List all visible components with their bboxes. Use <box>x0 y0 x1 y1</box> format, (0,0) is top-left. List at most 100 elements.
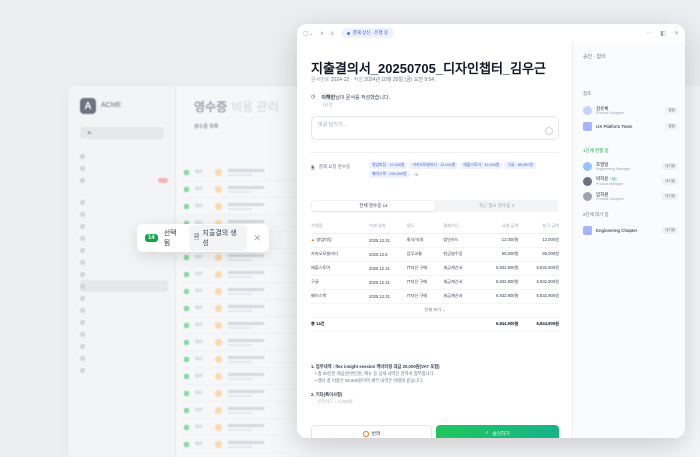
claim-amount-cell: 6,832,900원 <box>518 289 559 304</box>
sidebar-item[interactable] <box>80 352 168 364</box>
document-meta: 문서번호 2024-12 · 작성 2024년 10월 20일 (금) 오전 9… <box>311 77 435 83</box>
request-amount-cell: 6,832,900원 <box>477 261 519 276</box>
list-item[interactable]: 대기 <box>184 266 294 283</box>
column-header: 청구 금액 <box>518 219 559 234</box>
sidebar-item[interactable] <box>80 268 168 280</box>
list-item[interactable]: 대기 <box>184 334 294 351</box>
merchant-cell: 구글 <box>311 275 369 290</box>
page-title: 지출결의서_20250705_디자인챕터_김우근 <box>311 61 547 76</box>
table-row[interactable]: 구글 2025.12.31 IT자산 구매 세금계산서 6,832,900원 6,832,… <box>311 275 559 290</box>
section-step2: 2단계 대기 중 <box>583 212 609 217</box>
list-item[interactable]: 대기 <box>184 402 294 419</box>
receipt-chip[interactable]: 영업미팅 · 12,000원 <box>369 162 408 169</box>
claim-amount-cell: 6,832,900원 <box>518 275 559 290</box>
selected-label: 선택됨 <box>163 230 177 247</box>
tab-receipts[interactable]: 영수증 목록 <box>194 123 218 130</box>
sidebar-item[interactable] <box>80 174 168 186</box>
sidebar-item[interactable] <box>80 364 168 376</box>
show-all-row[interactable]: 전체 보기 ⌄ <box>311 303 559 318</box>
method-cell: 법인카드 <box>443 233 478 248</box>
receipt-chip[interactable]: 구글 · 89,000원 <box>504 162 536 169</box>
approver-item[interactable]: 김유록 Product Designer 열람 <box>583 104 678 116</box>
sidebar-menu: · <box>80 150 168 376</box>
reject-icon <box>362 430 369 437</box>
approver-item[interactable]: 임지원 Product Designer 대기중 <box>583 190 678 202</box>
receipt-chips: 영업미팅 · 12,000원 카카오모빌리티 · 12,000원 애플스토어 · 1… <box>369 162 559 178</box>
approver-item[interactable]: 박지윤 나 Product Manager 대기중 <box>583 175 678 187</box>
new-button[interactable]: ▶ <box>80 127 164 139</box>
claim-amount-cell: 6,832,900원 <box>518 261 559 276</box>
sidebar-item[interactable]: · <box>80 162 168 174</box>
avatar <box>583 176 592 186</box>
sidebar-item[interactable] <box>80 328 168 340</box>
list-item[interactable]: 대기 <box>184 351 294 368</box>
sidebar-item[interactable] <box>80 208 168 220</box>
list-item[interactable]: 대기 <box>184 283 294 300</box>
team-icon <box>583 121 592 131</box>
receipt-chip[interactable]: 애플스토어 · 12,000원 <box>460 162 503 169</box>
team-icon <box>583 225 592 235</box>
selected-count-badge: 14 <box>145 234 158 242</box>
more-chips[interactable]: +9 <box>412 171 421 178</box>
list-item[interactable]: 대기 <box>184 385 294 402</box>
table-row[interactable]: 카카오모빌리티 2025.12.6 업무교통 현금영수증 65,000원 65,000원 <box>311 247 559 262</box>
date-cell: 2025.12.31 <box>369 275 407 290</box>
memo-heading: 1. 업무내역 : flex insight session 케이터링 대금 2… <box>311 364 440 369</box>
activity-text: 님이 문서를 작성했습니다. <box>335 95 390 101</box>
send-icon[interactable] <box>545 127 553 135</box>
approver-item[interactable]: 조영일 Engineering Manager 대기중 <box>583 160 678 172</box>
sidebar-item[interactable] <box>80 304 168 316</box>
sidebar-item-receipts[interactable] <box>80 280 168 292</box>
approver-item[interactable]: UX Platform Team 열람 <box>583 120 678 132</box>
tab-all-receipts[interactable]: 전체 영수증 14 <box>312 201 435 211</box>
avatar <box>583 105 592 115</box>
receipt-chip[interactable]: 페이스북 · 230,000원 <box>369 171 410 178</box>
sidebar-item[interactable] <box>80 316 168 328</box>
sidebar-item[interactable] <box>80 196 168 208</box>
document-icon[interactable]: ▢⌄ <box>303 30 314 37</box>
list-item[interactable]: 대기 <box>184 317 294 334</box>
sidebar-item[interactable] <box>80 256 168 268</box>
request-amount-cell: 6,832,900원 <box>477 275 519 290</box>
section-reference: 참조 <box>583 91 592 96</box>
receipt-table: 가맹점 거래 일자 용도 결제수단 요청 금액 청구 금액 ▲ 영업미팅 2025… <box>311 219 559 332</box>
status-badge: 대기중 <box>662 177 678 185</box>
tab-needed-receipts[interactable]: 최근 필요 영수증 3 <box>435 201 558 211</box>
receipt-chip[interactable]: 카카오모빌리티 · 12,000원 <box>409 162 459 169</box>
sidebar-item[interactable] <box>80 292 168 304</box>
create-expense-report-button[interactable]: 🗎 지출결의 생성 <box>188 225 248 251</box>
status-badge: 대기중 <box>662 162 678 170</box>
status-badge: 결재 상신 · 진행 중 <box>340 28 394 38</box>
reject-button[interactable]: 반려 <box>311 425 432 438</box>
section-step1: 1단계 진행 중 <box>583 148 609 153</box>
list-item[interactable]: 대기 <box>184 164 294 181</box>
column-header: 요청 금액 <box>477 219 519 234</box>
list-item[interactable]: 대기 <box>184 198 294 215</box>
chevron-up-icon[interactable]: ∧ <box>320 30 324 37</box>
list-item[interactable]: 대기 <box>184 419 294 436</box>
table-row[interactable]: 애플스토어 2025.12.31 IT자산 구매 세금계산서 6,832,900원 6,8… <box>311 261 559 276</box>
document-icon: 🗎 <box>193 233 200 241</box>
table-row[interactable]: ▲ 영업미팅 2025.12.31 회식/식대 법인카드 12,000원 12,000원 <box>311 233 559 248</box>
list-item[interactable]: 대기 <box>184 436 294 453</box>
receipt-list: 대기 대기 대기 대기 대기 대기 대기 대기 대기 대기 대기 대기 대기 대… <box>184 164 294 453</box>
list-item[interactable]: 대기 <box>184 300 294 317</box>
list-item[interactable]: 대기 <box>184 181 294 198</box>
more-icon[interactable]: ··· <box>646 30 652 36</box>
approver-item[interactable]: Engineering Chapter 대기중 <box>583 224 678 236</box>
close-icon[interactable]: ✕ <box>674 30 679 37</box>
request-amount-cell: 12,000원 <box>477 233 519 248</box>
sidebar-item[interactable] <box>80 150 168 162</box>
panel-toggle-icon[interactable]: ◧ <box>660 30 666 37</box>
chevron-down-icon[interactable]: ∨ <box>330 30 334 37</box>
memo-section: 1. 업무내역 : flex insight session 케이터링 대금 2… <box>311 363 561 405</box>
list-item[interactable]: 대기 <box>184 368 294 385</box>
approve-button[interactable]: ✓ 승인하기 <box>436 425 559 438</box>
sidebar-item[interactable] <box>80 340 168 352</box>
linked-receipts-label: 결재 요청 영수증 <box>318 164 351 169</box>
merchant-cell: 애플스토어 <box>311 261 369 276</box>
table-row[interactable]: 페이스북 2025.12.31 IT자산 구매 세금계산서 6,832,900원 6,83… <box>311 289 559 304</box>
close-icon[interactable]: ✕ <box>253 233 261 244</box>
merchant-cell: 페이스북 <box>311 289 369 304</box>
comment-input[interactable]: 댓글 남기기… <box>311 116 559 140</box>
